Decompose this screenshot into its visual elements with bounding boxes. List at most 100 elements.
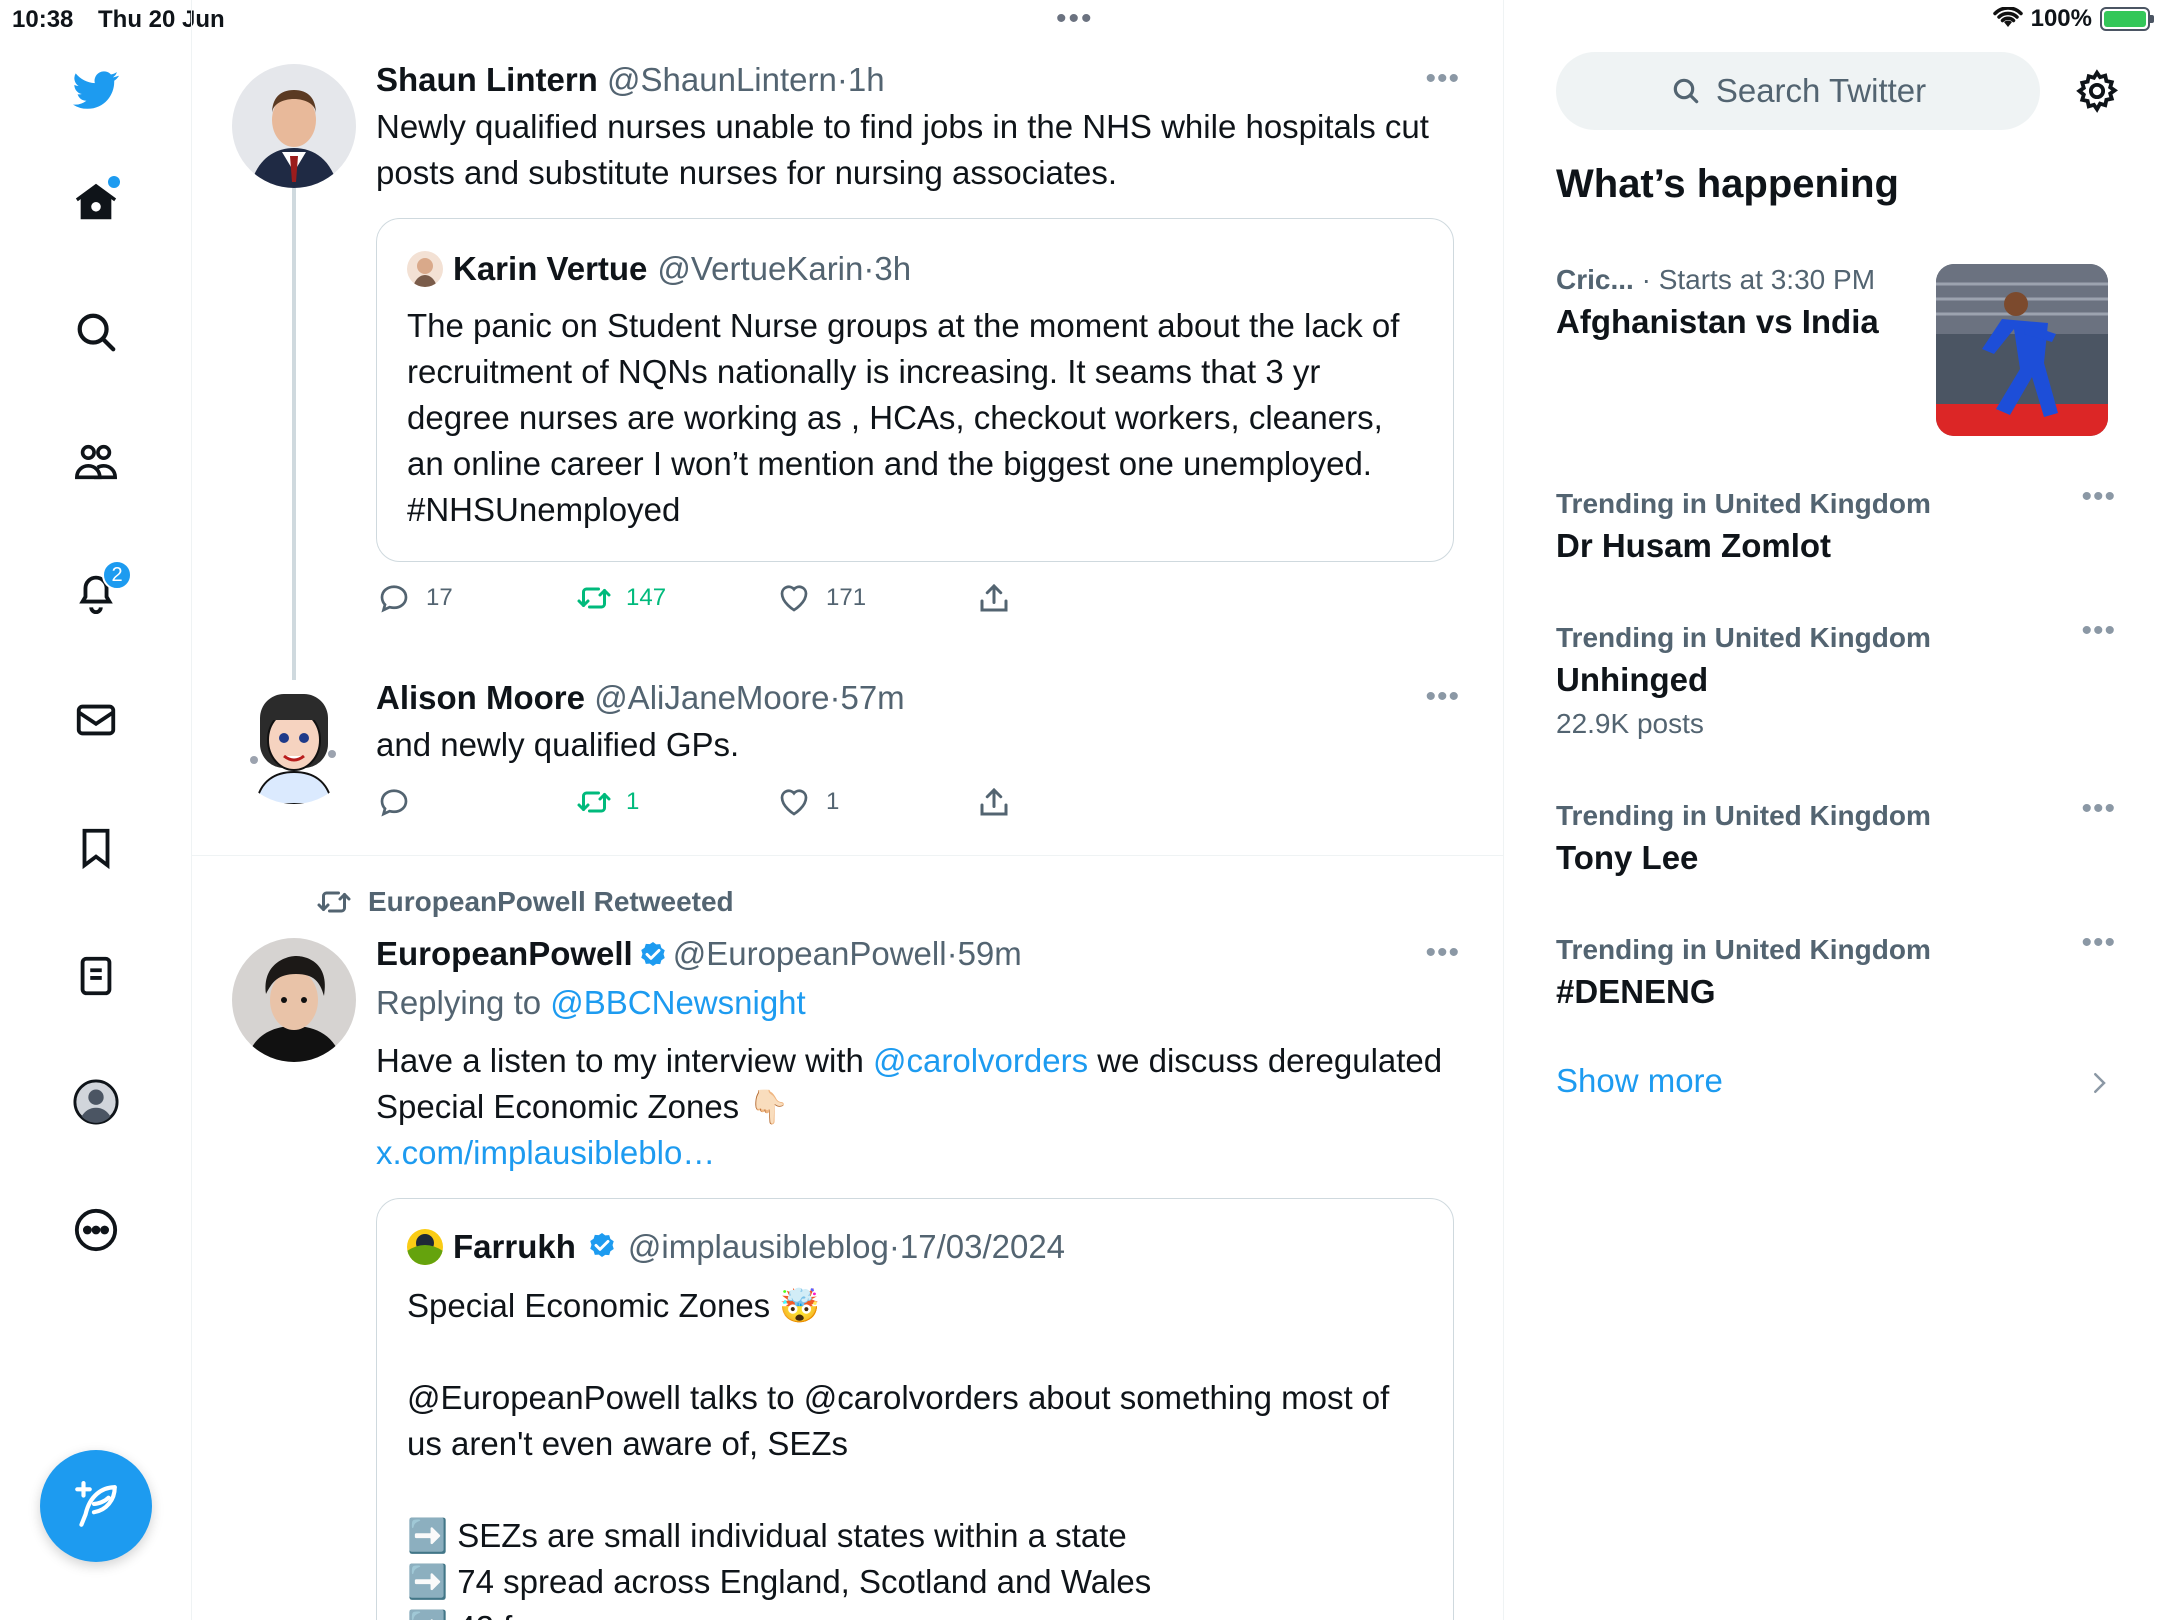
author-handle[interactable]: @ShaunLintern xyxy=(607,61,837,98)
quote-author-handle[interactable]: @implausibleblog xyxy=(628,1228,889,1265)
separator: · xyxy=(829,679,841,716)
author-name[interactable]: Shaun Lintern xyxy=(376,61,598,98)
reply-button[interactable] xyxy=(376,784,426,820)
search-bar[interactable]: Search Twitter xyxy=(1556,52,2040,130)
home-icon[interactable] xyxy=(70,176,122,228)
author-name[interactable]: EuropeanPowell xyxy=(376,935,633,972)
retweet-icon xyxy=(577,587,611,609)
quote-time[interactable]: 3h xyxy=(874,250,911,287)
more-options-icon[interactable]: ••• xyxy=(1425,62,1460,96)
reply-button[interactable]: 17 xyxy=(376,580,453,616)
notifications-icon[interactable]: 2 xyxy=(70,560,132,618)
retweet-count: 1 xyxy=(626,788,640,815)
more-icon[interactable] xyxy=(70,1204,122,1256)
tweet-time[interactable]: 1h xyxy=(848,61,885,98)
reply-count: 17 xyxy=(426,584,453,611)
more-options-icon[interactable]: ••• xyxy=(2081,926,2116,960)
separator: · xyxy=(888,1228,900,1265)
bookmarks-icon[interactable] xyxy=(70,822,122,874)
avatar[interactable] xyxy=(232,680,356,804)
share-button[interactable] xyxy=(976,580,1012,616)
trend-name: Dr Husam Zomlot xyxy=(1556,527,1832,564)
quoted-tweet[interactable]: Farrukh @implausibleblog·17/03/2024 Spec… xyxy=(376,1198,1454,1620)
profile-icon[interactable] xyxy=(70,1076,122,1128)
gear-icon[interactable] xyxy=(2074,68,2120,114)
avatar[interactable] xyxy=(232,64,356,188)
twitter-logo-icon[interactable] xyxy=(70,64,122,116)
retweet-button[interactable]: 1 xyxy=(576,784,639,820)
mention-link[interactable]: @carolvorders xyxy=(873,1042,1088,1079)
like-count: 1 xyxy=(826,788,840,815)
tweet-header: EuropeanPowell @EuropeanPowell·59m xyxy=(376,932,1456,976)
more-options-icon[interactable]: ••• xyxy=(1425,680,1460,714)
verified-badge-icon xyxy=(590,1233,614,1257)
quote-author-handle[interactable]: @VertueKarin xyxy=(657,250,863,287)
reply-icon xyxy=(380,789,408,817)
trend-item[interactable]: Trending in United Kingdom Dr Husam Zoml… xyxy=(1556,480,2116,570)
quote-header: Karin Vertue @VertueKarin·3h xyxy=(407,247,911,291)
trend-schedule: · Starts at 3:30 PM xyxy=(1633,264,1876,295)
separator: · xyxy=(836,61,848,98)
author-handle[interactable]: @AliJaneMoore xyxy=(594,679,829,716)
lists-icon[interactable] xyxy=(70,950,122,1002)
like-button[interactable]: 171 xyxy=(776,580,866,616)
external-link[interactable]: x.com/implausibleblo… xyxy=(376,1134,715,1171)
more-options-icon[interactable]: ••• xyxy=(2081,792,2116,826)
trend-name: Tony Lee xyxy=(1556,839,1699,876)
notifications-badge: 2 xyxy=(102,560,132,590)
right-sidebar: Search Twitter What’s happening Cric... … xyxy=(1504,0,2160,1620)
separator: · xyxy=(946,935,958,972)
trend-meta: Trending in United Kingdom xyxy=(1556,622,1931,653)
quote-text-line: ➡️ SEZs are small individual states with… xyxy=(407,1517,1127,1554)
heart-icon xyxy=(780,585,808,612)
compose-button[interactable] xyxy=(40,1450,152,1562)
quote-author-name[interactable]: Farrukh xyxy=(453,1225,576,1269)
trend-category: Cric... xyxy=(1556,264,1634,295)
retweet-icon xyxy=(577,791,611,813)
trend-item[interactable]: Trending in United Kingdom Unhinged 22.9… xyxy=(1556,614,2116,744)
timeline: Shaun Lintern @ShaunLintern·1h Newly qua… xyxy=(192,0,1504,1620)
like-button[interactable]: 1 xyxy=(776,784,839,820)
trend-name: #DENENG xyxy=(1556,973,1716,1010)
trend-item[interactable]: Trending in United Kingdom Tony Lee ••• xyxy=(1556,792,2116,882)
quote-text: The panic on Student Nurse groups at the… xyxy=(407,307,1400,528)
more-options-icon[interactable]: ••• xyxy=(2081,480,2116,514)
avatar[interactable] xyxy=(232,938,356,1062)
trend-image[interactable] xyxy=(1936,264,2108,436)
tweet-actions: 1 1 xyxy=(376,784,1056,828)
author-name[interactable]: Alison Moore xyxy=(376,679,585,716)
verified-badge-icon xyxy=(640,942,665,967)
search-icon[interactable] xyxy=(70,306,122,358)
trend-post-count: 22.9K posts xyxy=(1556,708,1704,739)
left-nav: 2 xyxy=(0,0,192,1620)
more-options-icon[interactable]: ••• xyxy=(1425,936,1460,970)
trend-name: Unhinged xyxy=(1556,661,1709,698)
messages-icon[interactable] xyxy=(70,694,122,746)
quote-avatar[interactable] xyxy=(407,251,443,287)
quote-time[interactable]: 17/03/2024 xyxy=(900,1228,1065,1265)
tweet-time[interactable]: 57m xyxy=(840,679,904,716)
trend-meta: Trending in United Kingdom xyxy=(1556,934,1931,965)
trend-item[interactable]: Trending in United Kingdom #DENENG ••• xyxy=(1556,926,2116,1016)
more-options-icon[interactable]: ••• xyxy=(2081,614,2116,648)
heart-icon xyxy=(780,789,808,816)
quote-author-name[interactable]: Karin Vertue xyxy=(453,247,647,291)
share-button[interactable] xyxy=(976,784,1012,820)
quote-avatar[interactable] xyxy=(407,1229,443,1265)
tweet-actions: 17 147 171 xyxy=(376,580,1056,624)
retweet-count: 147 xyxy=(626,584,667,611)
replying-to-link[interactable]: @BBCNewsnight xyxy=(550,984,805,1021)
whats-happening-title: What’s happening xyxy=(1556,162,1899,206)
communities-icon[interactable] xyxy=(70,436,122,488)
retweet-context-label[interactable]: EuropeanPowell Retweeted xyxy=(368,886,734,918)
retweet-icon xyxy=(317,891,351,913)
quoted-tweet[interactable]: Karin Vertue @VertueKarin·3h The panic o… xyxy=(376,218,1454,562)
tweet-time[interactable]: 59m xyxy=(958,935,1022,972)
tweet-text: Newly qualified nurses unable to find jo… xyxy=(376,108,1429,191)
quote-text-line: ➡️ 42 f... xyxy=(407,1605,1427,1620)
show-more-link[interactable]: Show more xyxy=(1556,1062,1723,1100)
retweet-button[interactable]: 147 xyxy=(576,580,666,616)
author-handle[interactable]: @EuropeanPowell xyxy=(673,935,947,972)
chevron-right-icon[interactable] xyxy=(2084,1068,2114,1098)
tweet-header: Alison Moore @AliJaneMoore·57m xyxy=(376,676,1456,720)
